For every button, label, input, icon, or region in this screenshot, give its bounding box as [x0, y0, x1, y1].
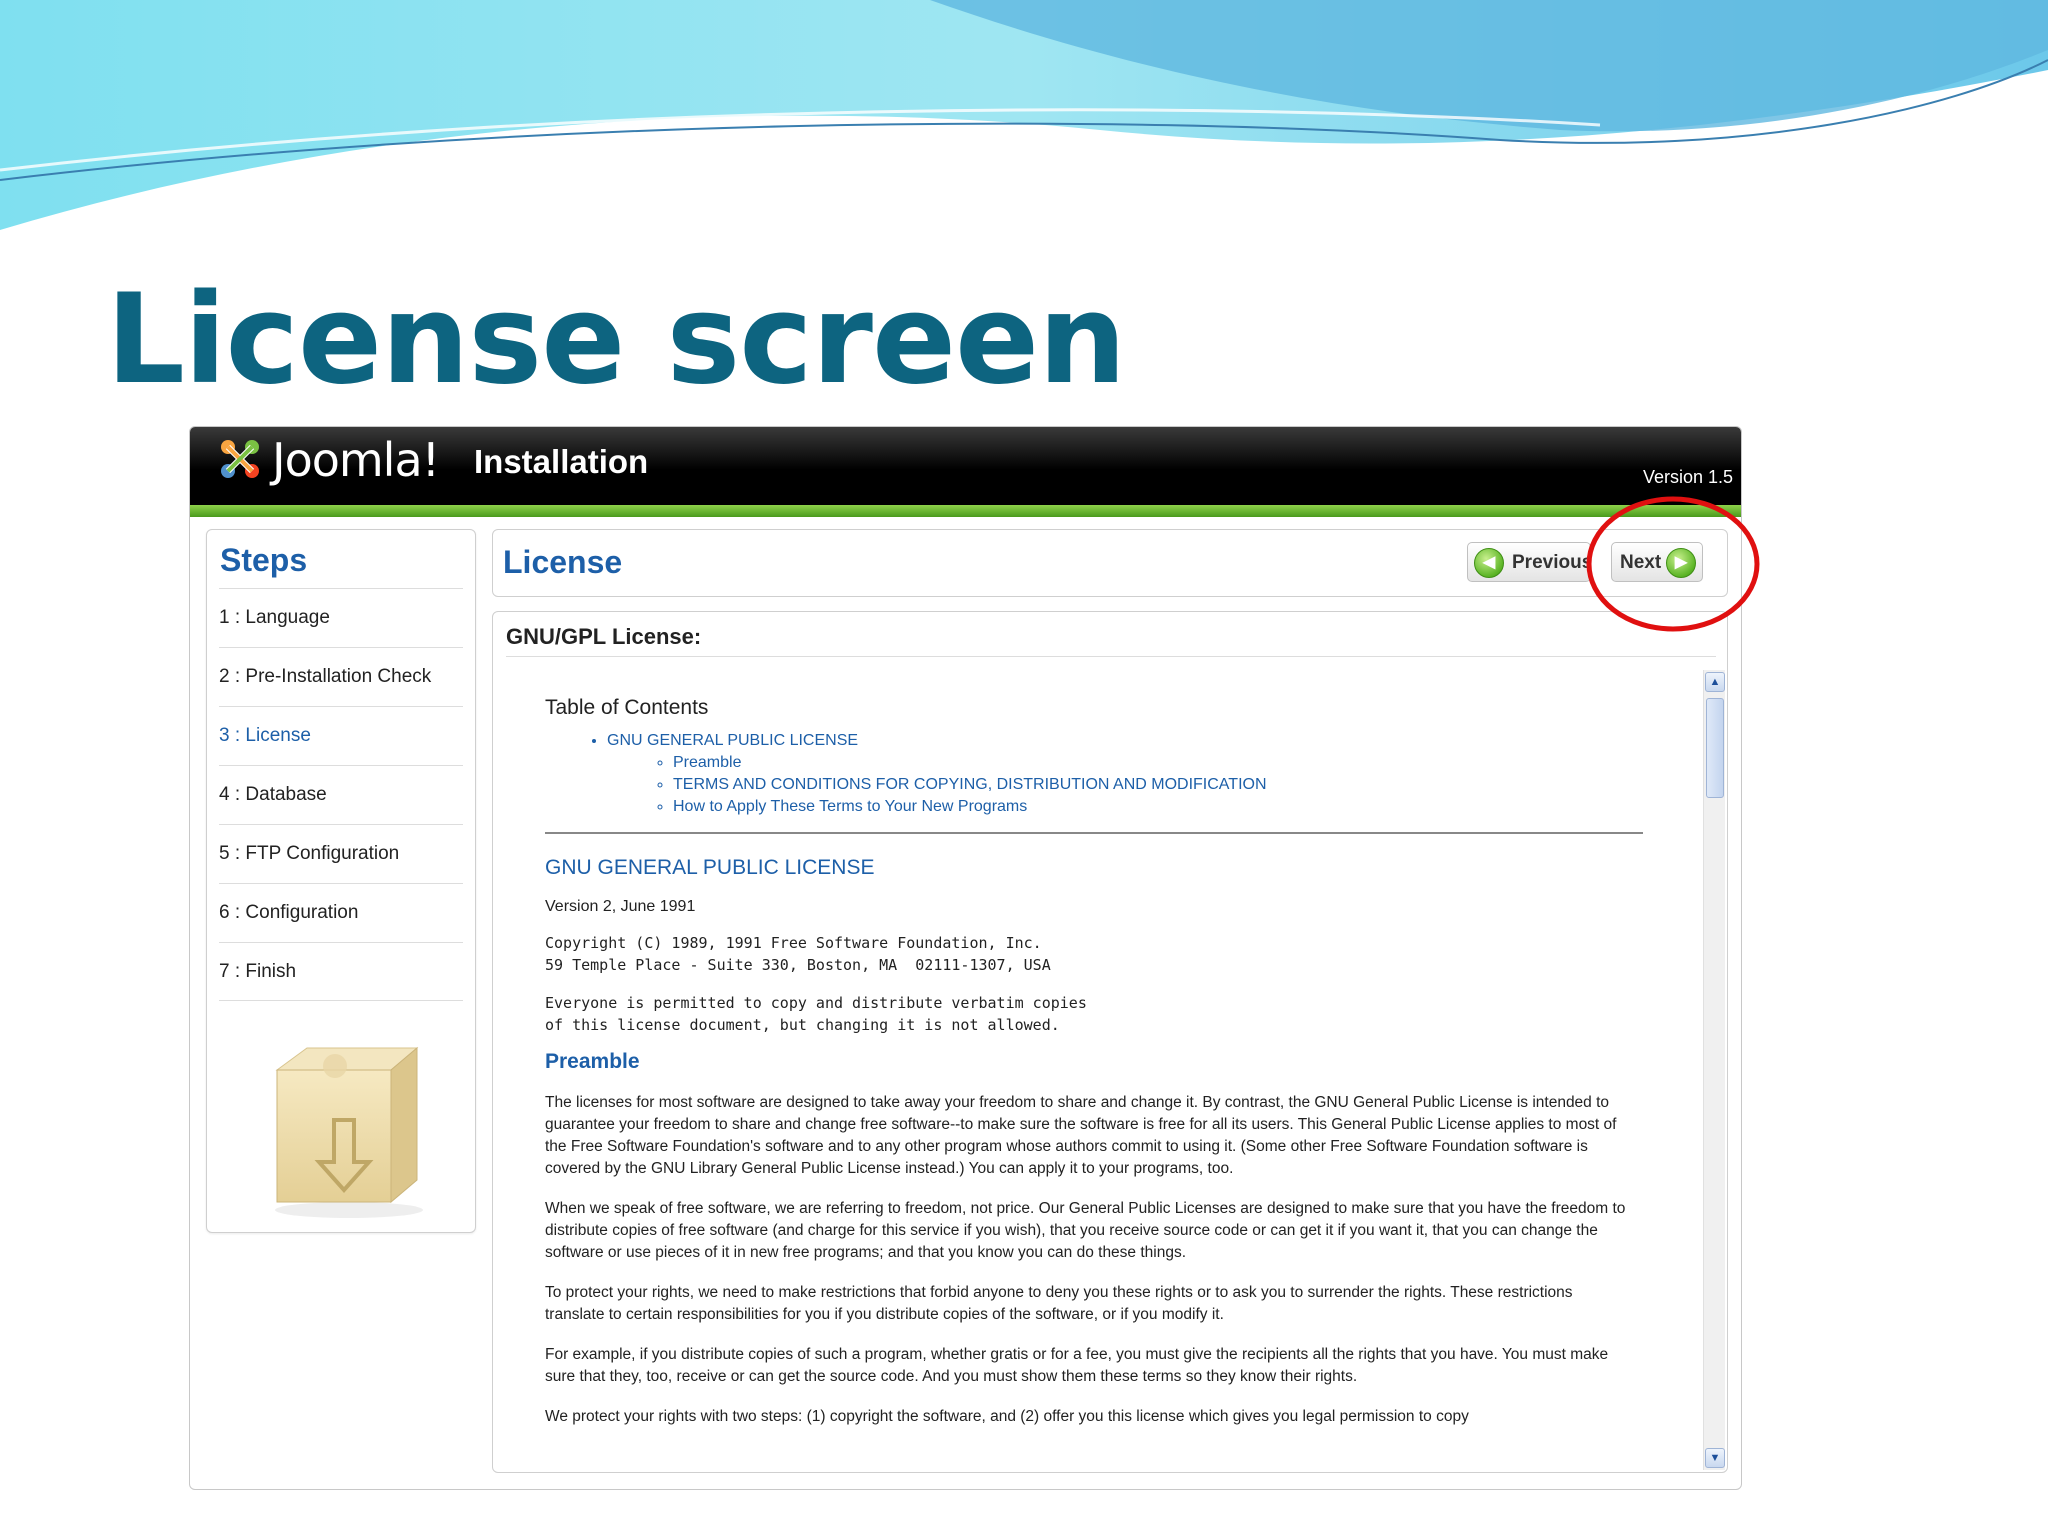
copyright-line: Copyright (C) 1989, 1991 Free Software F… [545, 934, 1042, 952]
preamble-paragraph: We protect your rights with two steps: (… [545, 1408, 1469, 1425]
gpl-version-line: Version 2, June 1991 [545, 898, 696, 915]
joomla-logo-icon [221, 440, 259, 478]
step-configuration: 6 : Configuration [219, 883, 463, 942]
permission-line: Everyone is permitted to copy and distri… [545, 994, 1087, 1012]
steps-title: Steps [220, 542, 308, 578]
address-line: 59 Temple Place - Suite 330, Boston, MA … [545, 956, 1051, 974]
joomla-logo-text: Joomla! [272, 433, 440, 487]
slide-title: License screen [106, 268, 1126, 412]
gpl-section-title: GNU GENERAL PUBLIC LICENSE [545, 856, 875, 879]
license-text-area[interactable]: Table of Contents GNU GENERAL PUBLIC LIC… [507, 670, 1703, 1470]
license-header-bar: License ◀ Previous Next ▶ [492, 529, 1728, 597]
preamble-paragraph: To protect your rights, we need to make … [545, 1284, 1573, 1323]
steps-list: 1 : Language 2 : Pre-Installation Check … [219, 588, 463, 1001]
toc-link-gnu-gpl[interactable]: GNU GENERAL PUBLIC LICENSE [607, 730, 1703, 752]
step-ftp-configuration: 5 : FTP Configuration [219, 824, 463, 883]
installation-title: Installation [474, 443, 649, 480]
step-database: 4 : Database [219, 765, 463, 824]
preamble-paragraph: When we speak of free software, we are r… [545, 1200, 1626, 1261]
step-finish: 7 : Finish [219, 942, 463, 1001]
preamble-paragraph: For example, if you distribute copies of… [545, 1346, 1609, 1385]
toc-link-how-to-apply[interactable]: How to Apply These Terms to Your New Pro… [673, 796, 1703, 818]
install-box-icon [275, 1046, 423, 1218]
joomla-installer-window: Joomla! Installation Version 1.5 Steps 1… [189, 426, 1742, 1490]
toc-link-preamble[interactable]: Preamble [673, 752, 1703, 774]
highlight-circle-annotation [1586, 496, 1760, 632]
preamble-paragraph: The licenses for most software are desig… [545, 1094, 1617, 1177]
scroll-thumb[interactable] [1706, 698, 1724, 798]
header-green-bar [190, 505, 1741, 517]
step-license: 3 : License [219, 706, 463, 765]
copyright-block: Copyright (C) 1989, 1991 Free Software F… [545, 932, 1703, 976]
step-pre-installation-check: 2 : Pre-Installation Check [219, 647, 463, 706]
license-content-panel: GNU/GPL License: Table of Contents GNU G… [492, 611, 1728, 1473]
preamble-title: Preamble [545, 1050, 640, 1073]
scroll-down-icon[interactable]: ▼ [1705, 1448, 1725, 1468]
arrow-left-icon: ◀ [1474, 548, 1504, 578]
previous-button[interactable]: ◀ Previous [1467, 542, 1593, 582]
toc-sublist-wrapper: Preamble TERMS AND CONDITIONS FOR COPYIN… [607, 752, 1703, 818]
table-of-contents: GNU GENERAL PUBLIC LICENSE Preamble TERM… [607, 730, 1703, 818]
slide-header-wave [0, 0, 2048, 230]
vertical-scrollbar[interactable]: ▲ ▼ [1703, 670, 1725, 1470]
version-label: Version 1.5 [1642, 467, 1733, 487]
toc-divider [545, 832, 1643, 834]
permission-block: Everyone is permitted to copy and distri… [545, 992, 1703, 1036]
toc-link-terms[interactable]: TERMS AND CONDITIONS FOR COPYING, DISTRI… [673, 774, 1703, 796]
toc-title: Table of Contents [545, 696, 709, 719]
license-page-title: License [503, 544, 623, 580]
joomla-header: Joomla! Installation Version 1.5 [190, 427, 1741, 505]
previous-button-label: Previous [1512, 552, 1593, 573]
license-heading: GNU/GPL License: [506, 624, 702, 649]
toc-sublist: Preamble TERMS AND CONDITIONS FOR COPYIN… [673, 752, 1703, 818]
steps-panel: Steps 1 : Language 2 : Pre-Installation … [206, 529, 476, 1233]
permission-line: of this license document, but changing i… [545, 1016, 1060, 1034]
heading-divider [506, 656, 1716, 657]
step-language: 1 : Language [219, 588, 463, 647]
scroll-up-icon[interactable]: ▲ [1705, 672, 1725, 692]
